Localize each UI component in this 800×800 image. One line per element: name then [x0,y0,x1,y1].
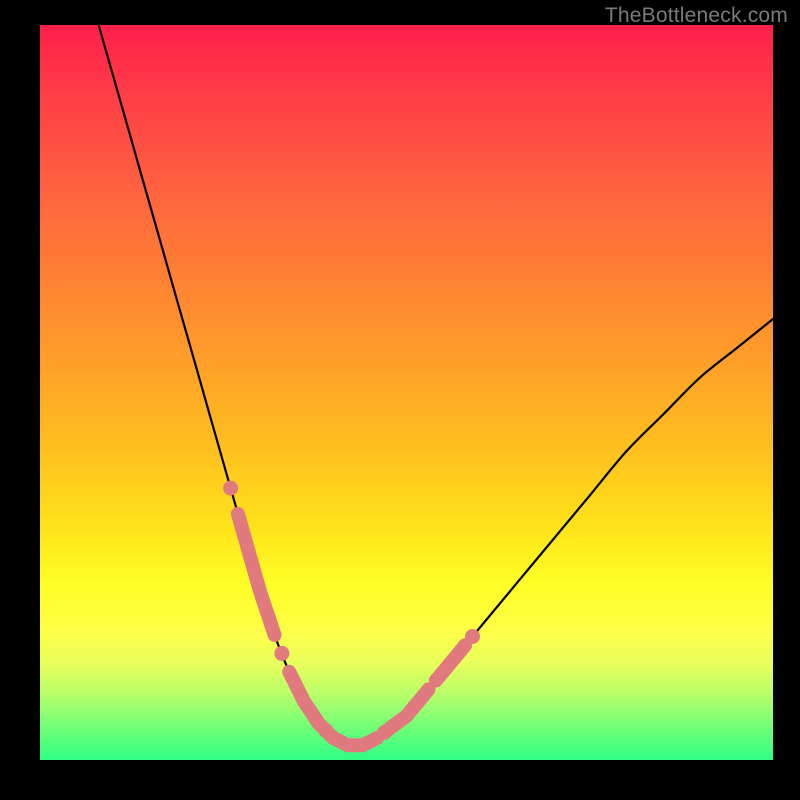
highlight-dot [274,646,289,661]
highlight-segment [385,689,429,732]
plot-area [40,25,773,760]
highlight-segment [238,514,275,635]
highlight-segment [333,738,377,745]
highlight-segment [436,645,465,680]
highlight-dot [465,629,480,644]
bottleneck-curve [99,25,773,746]
chart-svg [40,25,773,760]
highlight-dot [223,481,238,496]
chart-frame: TheBottleneck.com [0,0,800,800]
highlight-dot [377,725,392,740]
watermark-text: TheBottleneck.com [605,4,788,28]
highlight-markers [223,481,480,746]
highlight-dot [318,723,333,738]
